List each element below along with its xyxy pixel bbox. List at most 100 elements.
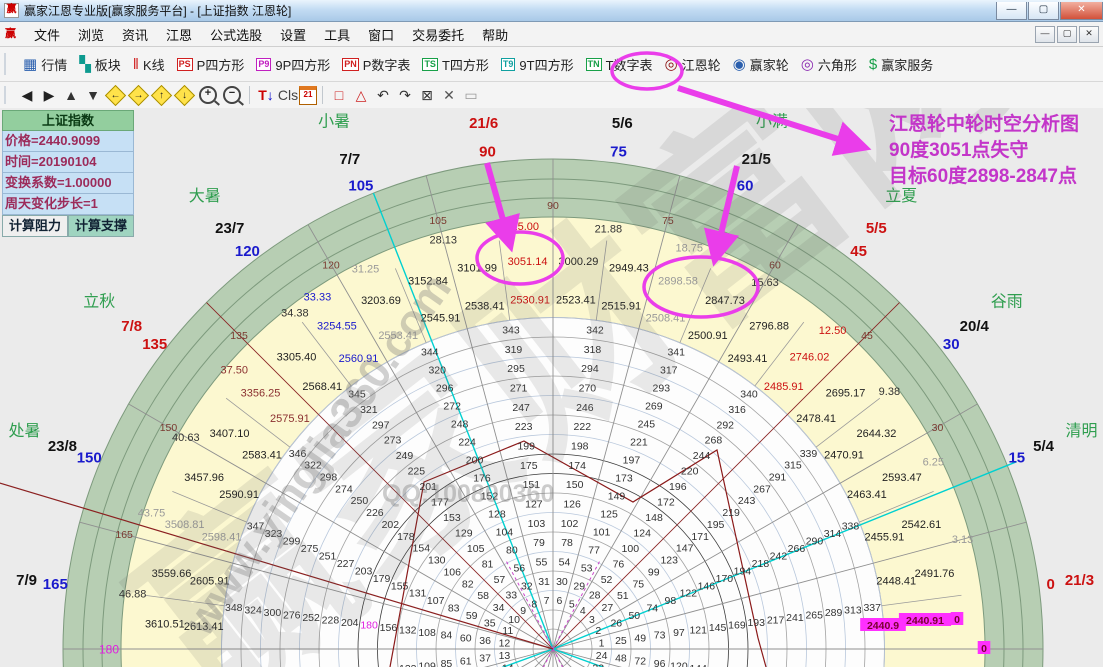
spiral-number: 145 (709, 622, 727, 634)
zoom-out-icon[interactable]: − (223, 86, 241, 104)
down-icon[interactable]: ▼ (82, 84, 104, 106)
menu-item-7[interactable]: 窗口 (359, 23, 403, 46)
toolbar-item-sectors[interactable]: ▚板块 (79, 55, 121, 74)
spiral-number: 2 (595, 625, 601, 637)
toolbar-label-kline: K线 (143, 55, 165, 74)
close-button[interactable]: ✕ (1060, 2, 1103, 20)
spiral-number: 80 (506, 544, 518, 556)
spiral-number: 33 (505, 589, 517, 601)
toolbar-item-9p-square[interactable]: P99P四方形 (256, 55, 330, 74)
solar-term-label: 清明 (1065, 422, 1097, 440)
toolbar-item-kline[interactable]: ‖K线 (133, 55, 165, 74)
spiral-number: 178 (397, 531, 415, 543)
spiral-number: 151 (523, 479, 541, 491)
percent-ring: 28.13 (429, 234, 457, 246)
price-ring-c: 2478.41 (796, 413, 836, 425)
diamond-right-icon[interactable]: → (128, 84, 149, 105)
screen-icon[interactable]: ▭ (460, 84, 482, 106)
restore-button[interactable]: ▢ (1028, 2, 1059, 20)
menu-item-9[interactable]: 帮助 (473, 23, 517, 46)
mdi-close-button[interactable]: ✕ (1079, 26, 1099, 43)
spiral-number: 171 (691, 531, 709, 543)
spiral-number: 271 (510, 383, 528, 395)
triangle-tool-icon[interactable]: △ (350, 84, 372, 106)
toolbar-item-t-square[interactable]: TST四方形 (422, 55, 488, 74)
menu-item-4[interactable]: 公式选股 (201, 23, 271, 46)
green-band-degree: 75 (662, 215, 674, 227)
mdi-minimize-button[interactable]: — (1035, 26, 1055, 43)
diamond-up-icon[interactable]: ↑ (151, 84, 172, 105)
menu-item-8[interactable]: 交易委托 (403, 23, 473, 46)
spiral-number: 345 (348, 388, 366, 400)
toolbar-item-p-square[interactable]: PSP四方形 (177, 55, 245, 74)
spiral-number: 315 (784, 460, 802, 472)
time-axis-icon[interactable]: T↓ (255, 84, 277, 106)
spiral-number: 198 (571, 441, 589, 453)
spiral-number: 101 (593, 526, 611, 538)
menu-item-6[interactable]: 工具 (315, 23, 359, 46)
menu-item-3[interactable]: 江恩 (157, 23, 201, 46)
diamond-down-icon[interactable]: ↓ (174, 84, 195, 105)
spiral-number: 60 (460, 632, 472, 644)
shrink-icon[interactable]: ✕ (438, 84, 460, 106)
t-number-table-icon: TN (586, 58, 602, 71)
spiral-number: 343 (502, 325, 520, 337)
toolbar-item-p-number-table[interactable]: PNP数字表 (342, 55, 410, 74)
toolbar-item-winner-service[interactable]: $赢家服务 (869, 55, 933, 74)
price-ring-c: 2545.91 (421, 313, 461, 325)
spiral-number: 313 (844, 604, 862, 616)
degree-label: 105 (348, 178, 373, 195)
spiral-number: 155 (391, 580, 409, 592)
toolbar-separator (322, 86, 323, 104)
diamond-left-icon[interactable]: ← (105, 84, 126, 105)
cls-button[interactable]: Cls (277, 84, 299, 106)
up-icon[interactable]: ▲ (60, 84, 82, 106)
spiral-number: 314 (824, 528, 842, 540)
zoom-in-icon[interactable]: + (199, 86, 217, 104)
menu-item-5[interactable]: 设置 (271, 23, 315, 46)
solar-term-label: 谷雨 (991, 293, 1023, 311)
menu-item-2[interactable]: 资讯 (113, 23, 157, 46)
menu-item-0[interactable]: 文件 (25, 23, 69, 46)
spiral-number: 219 (722, 507, 740, 519)
spiral-number: 78 (561, 537, 573, 549)
spiral-number: 153 (443, 512, 461, 524)
menu-item-1[interactable]: 浏览 (69, 23, 113, 46)
arc-cw-icon[interactable]: ↷ (394, 84, 416, 106)
arc-ccw-icon[interactable]: ↶ (372, 84, 394, 106)
mdi-restore-button[interactable]: ▢ (1057, 26, 1077, 43)
degree-label: 15 (1008, 449, 1025, 466)
toolbar-item-quotes[interactable]: ▦行情 (23, 55, 67, 74)
spiral-number: 11 (502, 625, 513, 637)
spiral-number: 31 (538, 576, 550, 588)
spiral-number: 50 (628, 610, 640, 622)
calendar-icon[interactable]: 21 (299, 86, 317, 105)
minimize-button[interactable]: — (996, 2, 1027, 20)
price-ring-c: 2530.91 (510, 295, 550, 307)
percent-ring: 33.33 (304, 291, 332, 303)
next-icon[interactable]: ▶ (38, 84, 60, 106)
price-ring-b: 3356.25 (241, 387, 281, 399)
calc-resistance-button[interactable]: 计算阻力 (2, 215, 68, 237)
winner-service-icon: $ (869, 57, 877, 72)
green-band-degree: 135 (230, 330, 248, 342)
price-ring-b: 3305.40 (277, 351, 317, 363)
spiral-number: 268 (705, 435, 723, 447)
toolbar-item-gann-wheel[interactable]: ◎江恩轮 (665, 55, 721, 74)
toolbar-item-hexagon[interactable]: ◎六角形 (801, 55, 857, 74)
price-ring-c: 2470.91 (824, 450, 864, 462)
panel-row-1: 时间=20190104 (2, 152, 134, 173)
spiral-number: 102 (561, 518, 579, 530)
square-tool-icon[interactable]: □ (328, 84, 350, 106)
toolbar-item-t-number-table[interactable]: TNT数字表 (586, 55, 653, 74)
spiral-number: 37 (479, 653, 491, 665)
calc-support-button[interactable]: 计算支撑 (68, 215, 134, 237)
toolbar-item-9t-square[interactable]: T99T四方形 (501, 55, 574, 74)
box-x-icon[interactable]: ⊠ (416, 84, 438, 106)
percent-ring: 37.50 (220, 364, 248, 376)
window-controls: —▢✕ (995, 2, 1103, 20)
toolbar-item-winner-wheel[interactable]: ◉赢家轮 (733, 55, 789, 74)
degree-label: 75 (610, 144, 627, 161)
prev-icon[interactable]: ◀ (16, 84, 38, 106)
spiral-number: 342 (586, 325, 604, 337)
